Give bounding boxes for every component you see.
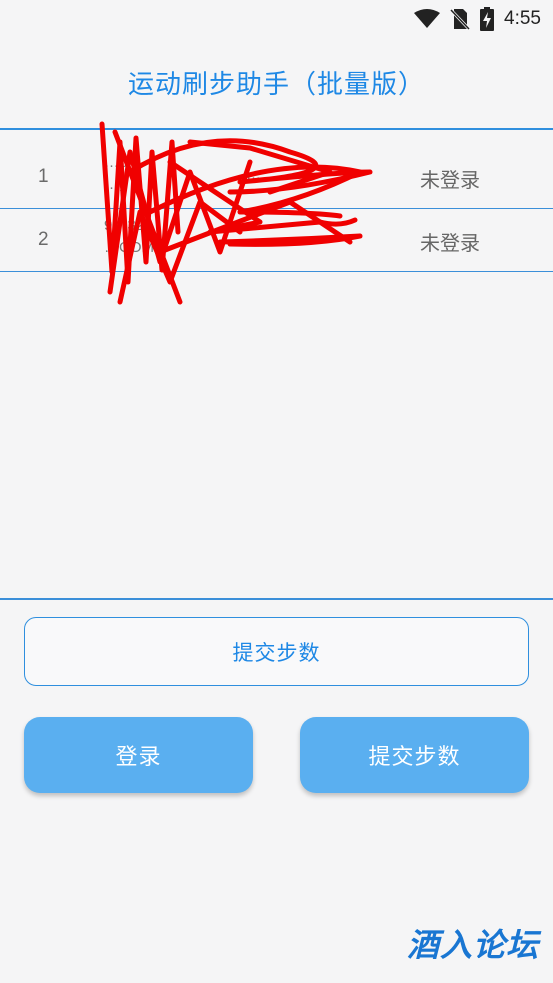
row-username-line1: 9…320 [104,217,153,234]
row-username-line2: …COM [104,239,154,256]
row-username-line1: …b [104,154,128,171]
status-bar: 4:55 [0,0,553,40]
status-time: 4:55 [504,8,541,29]
list-bottom-divider [0,598,553,600]
page-title: 运动刷步助手（批量版） [127,70,425,100]
list-item[interactable]: 2 9…320 …COM … 未登录 [0,209,553,272]
row-password: … [246,166,261,183]
account-list: 1 …b …g … 未登录 2 9…320 …COM … 未登录 [0,146,553,272]
screen: 4:55 运动刷步助手（批量版） 1 …b …g … 未登录 2 9…320 …… [0,0,553,983]
list-item[interactable]: 1 …b …g … 未登录 [0,146,553,209]
row-password: … [246,229,261,246]
row-username: 9…320 …COM [104,215,154,259]
wifi-icon [414,9,441,29]
battery-charging-icon [480,7,495,31]
title-divider [0,128,553,130]
login-button[interactable]: 登录 [24,717,253,793]
row-index: 1 [38,166,49,187]
row-login-status: 未登录 [420,168,480,192]
row-username: …b …g [104,152,127,196]
submit-all-steps-button[interactable]: 提交步数 [24,617,529,686]
status-icons: 4:55 [414,6,541,32]
row-index: 2 [38,229,49,250]
no-sim-icon [450,8,471,30]
row-username-line2: …g [104,176,128,193]
row-login-status: 未登录 [420,231,480,255]
submit-steps-button[interactable]: 提交步数 [300,717,529,793]
watermark-logo: 酒入论坛 [406,926,539,964]
